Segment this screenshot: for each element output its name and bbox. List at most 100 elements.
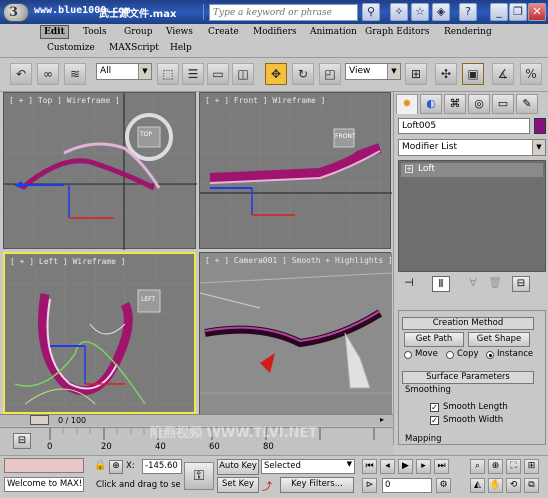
reference-coord-dropdown[interactable]: View ▼ [345,63,401,80]
configure-sets-icon[interactable]: ⊟ [512,276,530,292]
time-slider-thumb[interactable] [30,415,49,425]
menu-animation[interactable]: Animation [307,26,360,38]
zoom-all-icon[interactable]: ⊕ [488,459,503,474]
communication-icon[interactable]: ✧ [390,3,408,21]
search-input[interactable] [209,4,358,21]
select-object-icon[interactable]: ⬚ [157,63,179,85]
zoom-extents-all-icon[interactable]: ⊞ [524,459,539,474]
key-mode-dropdown[interactable]: Selected ▼ [261,459,355,474]
pivot-center-icon[interactable]: ⊞ [405,63,427,85]
set-key-icon[interactable]: ⚿ [184,462,214,490]
surface-parameters-rollout[interactable]: Surface Parameters [402,371,534,384]
app-logo-button[interactable]: 3 [3,3,29,22]
lock-icon[interactable]: 🔒 [94,460,107,473]
bind-space-warp-icon[interactable]: ≋ [64,63,86,85]
menu-create[interactable]: Create [205,26,242,38]
viewcube-top-label[interactable]: TOP [140,131,152,138]
utilities-tab-icon[interactable]: ✎ [516,94,538,114]
viewport-front[interactable]: [ + ] Front ] Wireframe ] FRONT [199,92,392,250]
favorites-icon[interactable]: ☆ [411,3,429,21]
scale-icon[interactable]: ◰ [319,63,341,85]
maxscript-output-field[interactable]: Welcome to MAX! [4,477,84,492]
play-icon[interactable]: ▶ [398,459,413,474]
select-link-icon[interactable]: ∞ [37,63,59,85]
previous-frame-icon[interactable]: ◂ [380,459,395,474]
creation-method-rollout[interactable]: Creation Method [402,317,534,330]
motion-tab-icon[interactable]: ◎ [468,94,490,114]
angle-snap-icon[interactable]: ∡ [492,63,514,85]
go-to-end-icon[interactable]: ⏭ [434,459,449,474]
time-config-icon[interactable]: ⚙ [436,478,451,493]
snap-toggle-icon[interactable]: ▣ [462,63,484,85]
move-icon[interactable]: ✥ [265,63,287,85]
viewport-camera-label[interactable]: [ + ] Camera001 ] Smooth + Highlights ] [205,256,393,265]
viewport-top[interactable]: [ + ] Top ] Wireframe ] TOP [3,92,197,250]
key-mode-toggle-icon[interactable]: ⊳ [362,478,377,493]
binoculars-icon[interactable]: ⚲ [362,3,380,21]
set-key-button[interactable]: Set Key [217,477,259,493]
orbit-icon[interactable]: ⟲ [506,478,521,493]
viewport-left-label[interactable]: [ + ] Left ] Wireframe ] [10,257,126,266]
expand-icon[interactable]: + [405,165,413,173]
next-frame-icon[interactable]: ▸ [380,415,384,424]
menu-graph-editors[interactable]: Graph Editors [362,26,432,38]
pan-icon[interactable]: ✋ [488,478,503,493]
menu-views[interactable]: Views [163,26,196,38]
undo-icon[interactable]: ↶ [10,63,32,85]
viewport-camera[interactable]: [ + ] Camera001 ] Smooth + Highlights ] [199,252,393,415]
get-path-button[interactable]: Get Path [404,332,464,347]
x-coordinate-field[interactable]: -145.60 [142,459,182,474]
remove-modifier-icon[interactable]: 🗑 [486,276,504,292]
viewport-top-label[interactable]: [ + ] Top ] Wireframe ] [9,96,120,105]
menu-group[interactable]: Group [121,26,155,38]
field-of-view-icon[interactable]: ◭ [470,478,485,493]
auto-key-button[interactable]: Auto Key [217,459,259,475]
selection-filter-dropdown[interactable]: All ▼ [96,63,152,80]
close-icon[interactable]: ✕ [528,3,546,21]
smooth-width-checkbox[interactable]: ✓ [430,416,439,425]
select-by-name-icon[interactable]: ☰ [182,63,204,85]
menu-maxscript[interactable]: MAXScript [106,42,162,54]
pin-stack-icon[interactable]: ⊣ [400,276,418,292]
menu-rendering[interactable]: Rendering [441,26,495,38]
key-curve-icon[interactable]: ⤴ [262,478,276,493]
menu-customize[interactable]: Customize [44,42,98,54]
hierarchy-tab-icon[interactable]: ⌘ [444,94,466,114]
key-filters-button[interactable]: Key Filters... [280,477,354,493]
modifier-list-dropdown[interactable]: Modifier List ▼ [398,139,546,156]
menu-help[interactable]: Help [167,42,195,54]
help-icon[interactable]: ? [459,3,477,21]
window-crossing-icon[interactable]: ◫ [232,63,254,85]
stack-item-loft[interactable]: + Loft [401,163,543,177]
manipulate-icon[interactable]: ✣ [435,63,457,85]
viewport-left[interactable]: [ + ] Left ] Wireframe ] LEFT [3,252,196,414]
maxscript-listener-field[interactable] [4,458,84,473]
minimize-icon[interactable]: _ [490,3,508,21]
rotate-icon[interactable]: ↻ [292,63,314,85]
viewport-front-label[interactable]: [ + ] Front ] Wireframe ] [205,96,325,105]
make-unique-icon[interactable]: ∀ [464,276,482,292]
menu-tools[interactable]: Tools [80,26,110,38]
instance-radio[interactable] [486,351,494,359]
viewcube-front-label[interactable]: FRONT [335,133,356,140]
maximize-viewport-icon[interactable]: ⧉ [524,478,539,493]
copy-radio[interactable] [446,351,454,359]
rect-selection-icon[interactable]: ▭ [207,63,229,85]
display-tab-icon[interactable]: ▭ [492,94,514,114]
show-end-result-icon[interactable]: Ⅱ [432,276,450,292]
go-to-start-icon[interactable]: ⏮ [362,459,377,474]
create-tab-icon[interactable]: ✸ [396,94,418,114]
modify-tab-icon[interactable]: ◐ [420,94,442,114]
object-color-swatch[interactable] [534,118,546,134]
info-icon[interactable]: ◈ [432,3,450,21]
percent-snap-icon[interactable]: % [520,63,542,85]
menu-modifiers[interactable]: Modifiers [250,26,300,38]
absolute-mode-icon[interactable]: ⊕ [109,460,123,474]
restore-icon[interactable]: ❐ [509,3,527,21]
menu-edit[interactable]: Edit [40,25,69,39]
smooth-length-checkbox[interactable]: ✓ [430,403,439,412]
current-frame-field[interactable]: 0 [382,478,432,493]
mini-curve-editor-icon[interactable]: ⊟ [13,433,31,449]
get-shape-button[interactable]: Get Shape [468,332,530,347]
next-frame-icon[interactable]: ▸ [416,459,431,474]
